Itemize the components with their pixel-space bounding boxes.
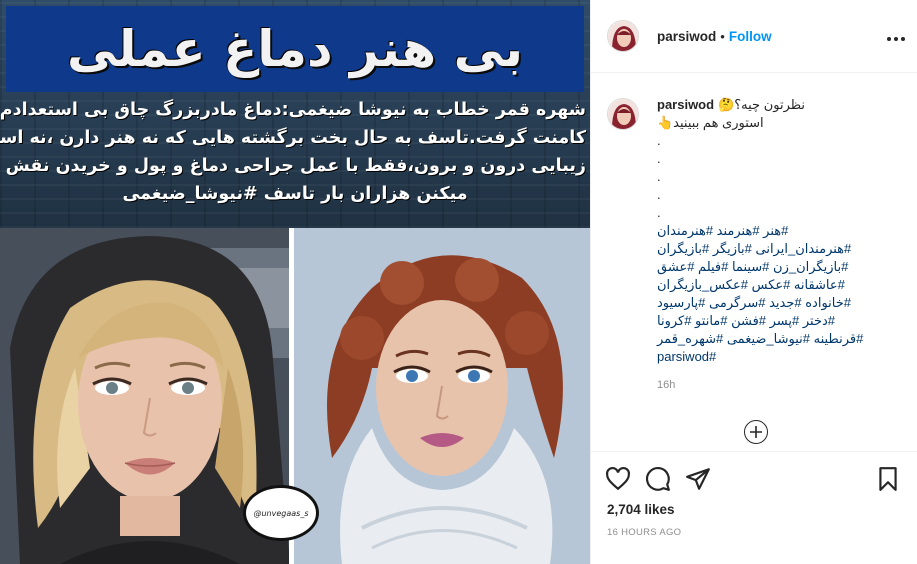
- more-horizontal-icon[interactable]: [886, 26, 906, 47]
- post-image-caption-line: میکنن هزاران بار تاسف #نیوشا_ضیغمی: [122, 184, 468, 204]
- hashtag-line[interactable]: خانواده #جدید #سرگرمی #پارسیود#: [657, 294, 907, 312]
- avatar-image: [608, 21, 638, 51]
- hashtag-line[interactable]: قرنطینه #نیوشا_ضیغمی #شهره_قمر#: [657, 330, 907, 348]
- post-image-caption-line: کامنت گرفت.تاسف به حال بخت برگشته هایی ک…: [0, 128, 586, 148]
- follow-button[interactable]: Follow: [729, 29, 772, 44]
- caption-comment: parsiwod نظرتون چیه؟🤔 استوری هم ببینید👆 …: [607, 96, 907, 394]
- post-image-banner: بی هنر دماغ عملی شهره قمر خطاب به نیوشا …: [0, 0, 590, 228]
- caption-dot: .: [657, 187, 661, 202]
- headline-box: بی هنر دماغ عملی: [6, 6, 584, 92]
- hashtag-line[interactable]: دختر #پسر #فشن #مانتو #کرونا#: [657, 312, 907, 330]
- bookmark-icon[interactable]: [875, 466, 901, 492]
- caption-dot: .: [657, 205, 661, 220]
- post-image-caption: شهره قمر خطاب به نیوشا ضیغمی:دماغ مادربز…: [0, 96, 586, 208]
- header-username[interactable]: parsiwod: [657, 29, 716, 44]
- caption-dot: .: [657, 169, 661, 184]
- avatar[interactable]: [607, 20, 639, 52]
- comment-icon[interactable]: [645, 466, 671, 492]
- watermark-stamp: @unvegaas_s: [243, 485, 319, 541]
- hashtag-line[interactable]: هنرمندان_ایرانی #بازیگر #بازیگران#: [657, 240, 907, 258]
- caption-age[interactable]: 16h: [657, 376, 907, 394]
- portrait-right-illustration: [292, 228, 590, 564]
- avatar-image: [608, 99, 638, 129]
- caption-line: استوری هم ببینید👆: [657, 115, 764, 130]
- caption-avatar[interactable]: [607, 98, 639, 130]
- header-separator: •: [720, 28, 725, 44]
- plus-circle-icon[interactable]: [744, 420, 768, 444]
- caption-dot: .: [657, 133, 661, 148]
- post-header: parsiwod • Follow: [591, 0, 917, 73]
- post-image-headline: بی هنر دماغ عملی: [67, 20, 523, 78]
- caption-line: نظرتون چیه؟🤔: [718, 97, 806, 112]
- caption-username[interactable]: parsiwod: [657, 96, 714, 114]
- hashtag-line[interactable]: هنر #هنرمند #هنرمندان#: [657, 222, 907, 240]
- share-icon[interactable]: [685, 466, 711, 492]
- watermark-stamp-text: @unvegaas_s: [253, 508, 309, 518]
- caption-dot: .: [657, 151, 661, 166]
- post-image[interactable]: بی هنر دماغ عملی شهره قمر خطاب به نیوشا …: [0, 0, 590, 564]
- post-image-caption-line: زیبایی درون و برون،فقط با عمل جراحی دماغ…: [0, 156, 586, 176]
- post-side-panel: parsiwod • Follow parsiwod نظرتون چیه؟🤔: [590, 0, 917, 564]
- hashtag-line[interactable]: عاشقانه #عکس #عکس_بازیگران#: [657, 276, 907, 294]
- post-timestamp[interactable]: 16 HOURS AGO: [607, 527, 681, 538]
- heart-icon[interactable]: [605, 466, 631, 492]
- likes-count[interactable]: 2,704 likes: [607, 502, 675, 517]
- post-actions: 2,704 likes 16 HOURS AGO: [591, 451, 917, 564]
- caption-text: parsiwod نظرتون چیه؟🤔 استوری هم ببینید👆 …: [657, 96, 907, 394]
- photo-right: [292, 228, 590, 564]
- post-image-caption-line: شهره قمر خطاب به نیوشا ضیغمی:دماغ مادربز…: [0, 100, 586, 120]
- hashtag-line[interactable]: بازیگران_زن #سینما #فیلم #عشق#: [657, 258, 907, 276]
- instagram-post: بی هنر دماغ عملی شهره قمر خطاب به نیوشا …: [0, 0, 917, 564]
- hashtag-line[interactable]: parsiwod#: [657, 348, 907, 366]
